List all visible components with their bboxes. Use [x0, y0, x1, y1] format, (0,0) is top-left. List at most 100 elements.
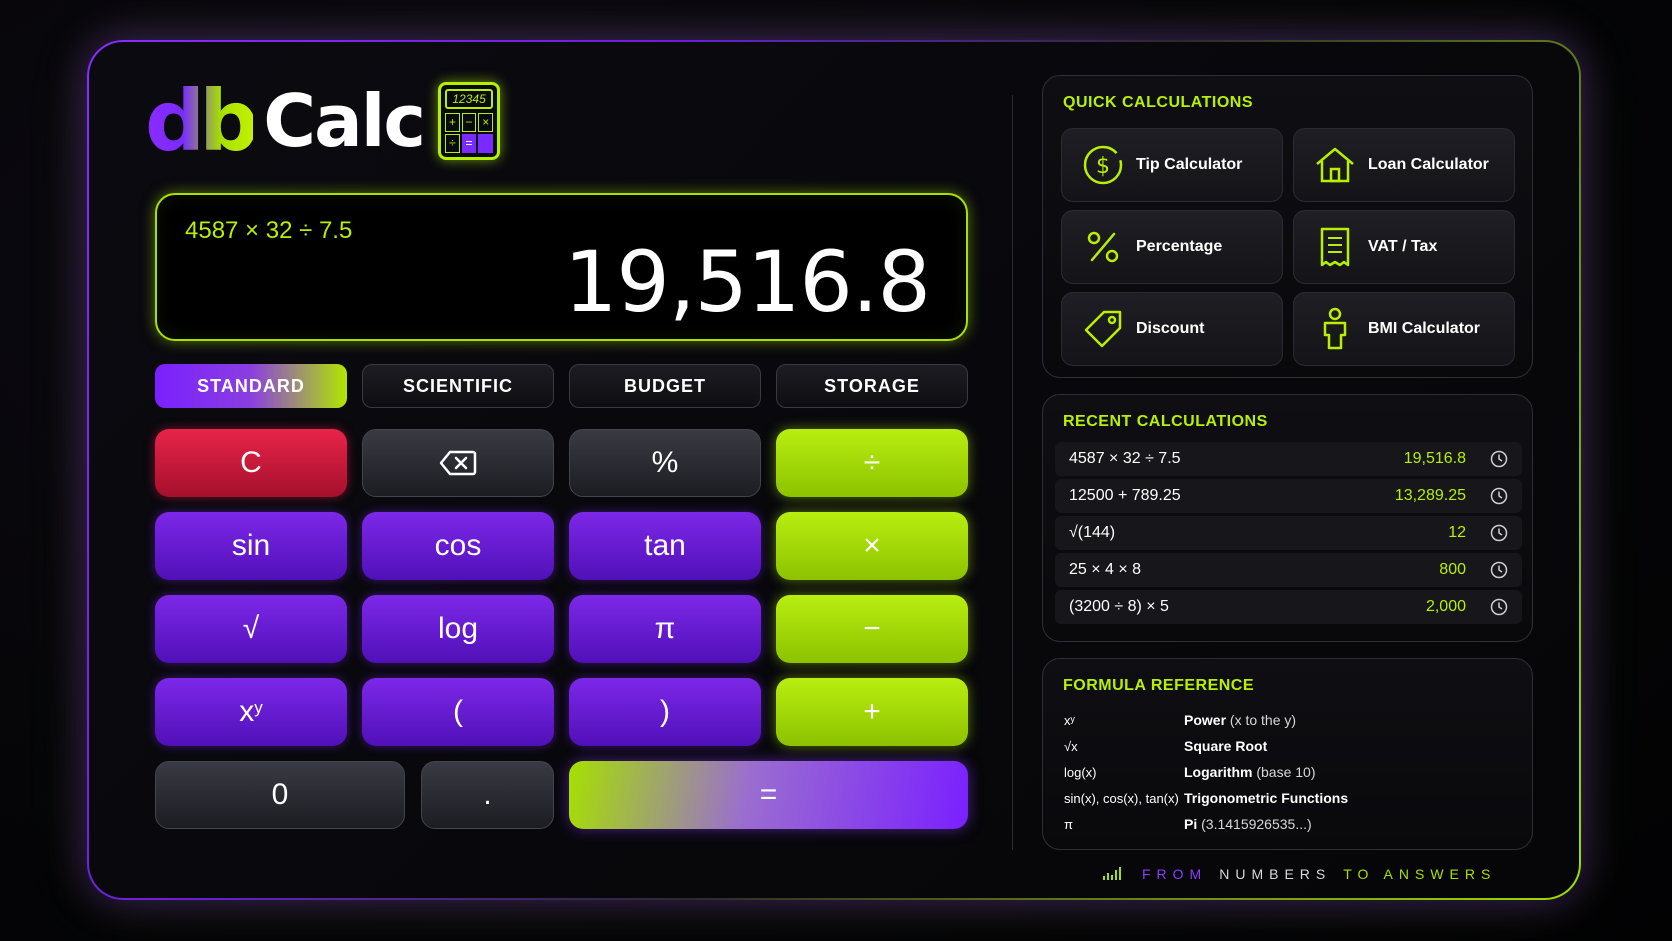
formula-description: Logarithm (base 10)	[1184, 764, 1316, 780]
equals-button[interactable]: =	[569, 761, 968, 829]
logo-calc: Calc	[263, 79, 426, 163]
formula-name: Trigonometric Functions	[1184, 790, 1349, 806]
formula-symbol: sin(x), cos(x), tan(x)	[1064, 791, 1179, 806]
formula-symbol: √x	[1064, 739, 1078, 754]
recent-value: 19,516.8	[1403, 450, 1466, 467]
calculator-icon-screen: 12345	[445, 89, 494, 109]
house-icon	[1312, 142, 1358, 188]
display-expression: 4587 × 32 ÷ 7.5	[185, 217, 353, 244]
formula-description: Pi (3.1415926535...)	[1184, 816, 1312, 832]
person-icon	[1312, 306, 1358, 352]
recent-row[interactable]: (3200 ÷ 8) × 5 2,000	[1055, 590, 1522, 624]
tagline: FROM NUMBERS TO ANSWERS	[1142, 866, 1496, 882]
clock-icon	[1490, 598, 1508, 616]
power-button[interactable]: xy	[155, 678, 347, 746]
zero-button[interactable]: 0	[155, 761, 405, 829]
divide-button[interactable]: ÷	[776, 429, 968, 497]
clock-icon	[1490, 524, 1508, 542]
formula-extra: (base 10)	[1252, 764, 1316, 780]
percentage-button[interactable]: Percentage	[1061, 210, 1283, 284]
recent-calculations-title: RECENT CALCULATIONS	[1063, 413, 1268, 430]
recent-calculations-panel: RECENT CALCULATIONS 4587 × 32 ÷ 7.5 19,5…	[1042, 394, 1533, 642]
recent-row[interactable]: 25 × 4 × 8 800	[1055, 553, 1522, 587]
calculator-icon-key: −	[461, 113, 477, 132]
power-exponent: y	[254, 698, 263, 717]
formula-name: Logarithm	[1184, 764, 1253, 780]
sin-button[interactable]: sin	[155, 512, 347, 580]
quick-item-label: Loan Calculator	[1368, 156, 1489, 173]
discount-button[interactable]: Discount	[1061, 292, 1283, 366]
recent-row[interactable]: √(144) 12	[1055, 516, 1522, 550]
quick-item-label: VAT / Tax	[1368, 238, 1438, 255]
log-button[interactable]: log	[362, 595, 554, 663]
calculator-icon-key: ÷	[445, 134, 460, 153]
calculator-icon-key: ×	[478, 113, 494, 132]
chart-icon	[1103, 867, 1121, 880]
formula-symbol: π	[1064, 817, 1073, 832]
formula-extra: (3.1415926535...)	[1197, 816, 1312, 832]
quick-item-label: Tip Calculator	[1136, 156, 1243, 173]
tab-standard[interactable]: STANDARD	[155, 364, 347, 408]
bmi-calculator-button[interactable]: BMI Calculator	[1293, 292, 1515, 366]
receipt-icon	[1312, 224, 1358, 270]
tan-button[interactable]: tan	[569, 512, 761, 580]
recent-row[interactable]: 12500 + 789.25 13,289.25	[1055, 479, 1522, 513]
clock-icon	[1490, 561, 1508, 579]
vat-tax-button[interactable]: VAT / Tax	[1293, 210, 1515, 284]
backspace-button[interactable]	[362, 429, 554, 497]
quick-item-label: BMI Calculator	[1368, 320, 1481, 337]
tagline-word-numbers: NUMBERS	[1219, 866, 1332, 882]
logo-db: db	[145, 72, 259, 170]
calculator-icon: 12345 + − × ÷ =	[438, 82, 501, 160]
calculator-icon-key: =	[461, 134, 477, 153]
recent-value: 12	[1448, 524, 1466, 541]
recent-expression: √(144)	[1069, 524, 1116, 541]
recent-value: 800	[1439, 561, 1466, 578]
percent-button[interactable]: %	[569, 429, 761, 497]
minus-button[interactable]: −	[776, 595, 968, 663]
loan-calculator-button[interactable]: Loan Calculator	[1293, 128, 1515, 202]
tagline-word-from: FROM	[1142, 866, 1208, 882]
power-base: x	[239, 695, 255, 728]
formula-reference-panel: FORMULA REFERENCE xʸ Power (x to the y) …	[1042, 658, 1533, 850]
divider	[1012, 95, 1013, 850]
tab-budget[interactable]: BUDGET	[569, 364, 761, 408]
recent-expression: 25 × 4 × 8	[1069, 561, 1142, 578]
dollar-icon: $	[1080, 142, 1126, 188]
multiply-button[interactable]: ×	[776, 512, 968, 580]
cos-button[interactable]: cos	[362, 512, 554, 580]
formula-description: Square Root	[1184, 738, 1267, 754]
tab-storage[interactable]: STORAGE	[776, 364, 968, 408]
plus-button[interactable]: +	[776, 678, 968, 746]
formula-symbol: xʸ	[1064, 713, 1075, 728]
display-result: 19,516.8	[563, 233, 931, 331]
recent-row[interactable]: 4587 × 32 ÷ 7.5 19,516.8	[1055, 442, 1522, 476]
decimal-button[interactable]: .	[421, 761, 554, 829]
calculator-display: 4587 × 32 ÷ 7.5 19,516.8	[155, 193, 968, 341]
calculator-icon-key: +	[445, 113, 460, 132]
sqrt-button[interactable]: √	[155, 595, 347, 663]
quick-calculations-title: QUICK CALCULATIONS	[1063, 94, 1254, 111]
tip-calculator-button[interactable]: $ Tip Calculator	[1061, 128, 1283, 202]
recent-value: 13,289.25	[1394, 487, 1466, 504]
app-logo: db Calc 12345 + − × ÷ =	[145, 72, 501, 170]
close-paren-button[interactable]: )	[569, 678, 761, 746]
open-paren-button[interactable]: (	[362, 678, 554, 746]
formula-description: Trigonometric Functions	[1184, 790, 1348, 806]
clock-icon	[1490, 487, 1508, 505]
calculator-icon-key	[478, 134, 494, 153]
formula-extra: (x to the y)	[1226, 712, 1297, 728]
formula-name: Pi	[1184, 816, 1198, 832]
backspace-icon	[439, 450, 477, 476]
recent-expression: 12500 + 789.25	[1069, 487, 1181, 504]
pi-button[interactable]: π	[569, 595, 761, 663]
formula-description: Power (x to the y)	[1184, 712, 1296, 728]
tab-scientific[interactable]: SCIENTIFIC	[362, 364, 554, 408]
formula-name: Square Root	[1184, 738, 1268, 754]
clear-button[interactable]: C	[155, 429, 347, 497]
svg-text:$: $	[1096, 154, 1110, 179]
quick-item-label: Discount	[1136, 320, 1205, 337]
quick-item-label: Percentage	[1136, 238, 1223, 255]
recent-value: 2,000	[1425, 598, 1466, 615]
tag-icon	[1080, 306, 1126, 352]
